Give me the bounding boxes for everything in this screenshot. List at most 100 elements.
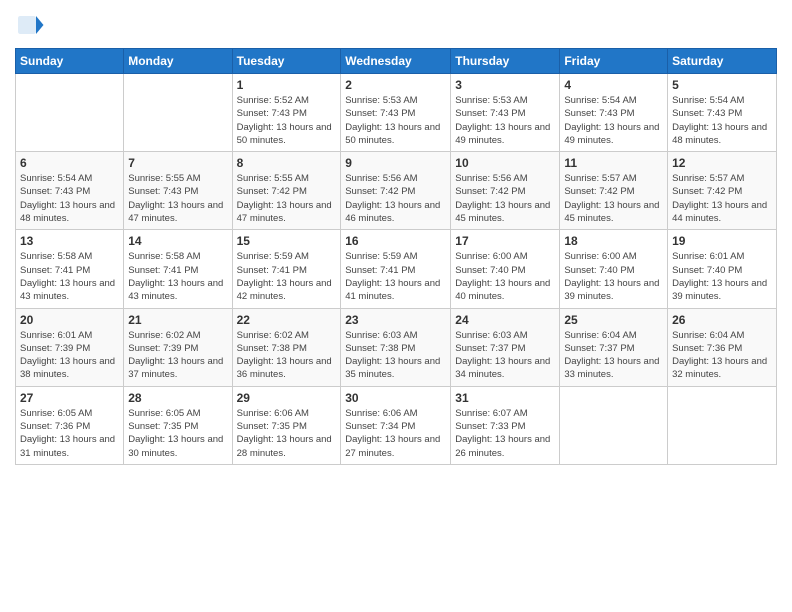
day-number: 18 (564, 234, 663, 248)
day-info: Sunrise: 5:59 AM Sunset: 7:41 PM Dayligh… (237, 250, 337, 303)
calendar-cell: 26 Sunrise: 6:04 AM Sunset: 7:36 PM Dayli… (668, 308, 777, 386)
calendar-cell: 15 Sunrise: 5:59 AM Sunset: 7:41 PM Dayli… (232, 230, 341, 308)
calendar-cell: 13 Sunrise: 5:58 AM Sunset: 7:41 PM Dayli… (16, 230, 124, 308)
logo (15, 10, 47, 40)
header (15, 10, 777, 40)
day-info: Sunrise: 6:00 AM Sunset: 7:40 PM Dayligh… (455, 250, 555, 303)
page: SundayMondayTuesdayWednesdayThursdayFrid… (0, 0, 792, 612)
day-info: Sunrise: 5:58 AM Sunset: 7:41 PM Dayligh… (20, 250, 119, 303)
day-info: Sunrise: 5:53 AM Sunset: 7:43 PM Dayligh… (455, 94, 555, 147)
calendar-cell: 12 Sunrise: 5:57 AM Sunset: 7:42 PM Dayli… (668, 152, 777, 230)
day-number: 12 (672, 156, 772, 170)
calendar-cell: 21Sunrise: 6:02 AM Sunset: 7:39 PM Dayli… (124, 308, 232, 386)
day-info: Sunrise: 5:52 AM Sunset: 7:43 PM Dayligh… (237, 94, 337, 147)
day-info: Sunrise: 5:54 AM Sunset: 7:43 PM Dayligh… (20, 172, 119, 225)
calendar-table: SundayMondayTuesdayWednesdayThursdayFrid… (15, 48, 777, 465)
weekday-header-saturday: Saturday (668, 49, 777, 74)
day-info: Sunrise: 5:58 AM Sunset: 7:41 PM Dayligh… (128, 250, 227, 303)
day-number: 24 (455, 313, 555, 327)
day-info: Sunrise: 5:57 AM Sunset: 7:42 PM Dayligh… (564, 172, 663, 225)
weekday-header-tuesday: Tuesday (232, 49, 341, 74)
day-number: 22 (237, 313, 337, 327)
calendar-week-4: 20 Sunrise: 6:01 AM Sunset: 7:39 PM Dayli… (16, 308, 777, 386)
calendar-week-5: 27 Sunrise: 6:05 AM Sunset: 7:36 PM Dayli… (16, 386, 777, 464)
day-number: 20 (20, 313, 119, 327)
day-number: 1 (237, 78, 337, 92)
calendar-cell (124, 74, 232, 152)
day-info: Sunrise: 6:01 AM Sunset: 7:39 PM Dayligh… (20, 329, 119, 382)
weekday-header-wednesday: Wednesday (341, 49, 451, 74)
calendar-cell: 25 Sunrise: 6:04 AM Sunset: 7:37 PM Dayli… (560, 308, 668, 386)
day-info: Sunrise: 6:04 AM Sunset: 7:36 PM Dayligh… (672, 329, 772, 382)
day-number: 2 (345, 78, 446, 92)
day-info: Sunrise: 6:06 AM Sunset: 7:35 PM Dayligh… (237, 407, 337, 460)
calendar-cell: 19Sunrise: 6:01 AM Sunset: 7:40 PM Dayli… (668, 230, 777, 308)
day-info: Sunrise: 5:55 AM Sunset: 7:42 PM Dayligh… (237, 172, 337, 225)
calendar-cell: 10 Sunrise: 5:56 AM Sunset: 7:42 PM Dayli… (451, 152, 560, 230)
day-info: Sunrise: 6:07 AM Sunset: 7:33 PM Dayligh… (455, 407, 555, 460)
day-info: Sunrise: 5:53 AM Sunset: 7:43 PM Dayligh… (345, 94, 446, 147)
day-info: Sunrise: 5:54 AM Sunset: 7:43 PM Dayligh… (672, 94, 772, 147)
calendar-week-3: 13 Sunrise: 5:58 AM Sunset: 7:41 PM Dayli… (16, 230, 777, 308)
calendar-cell: 9Sunrise: 5:56 AM Sunset: 7:42 PM Daylig… (341, 152, 451, 230)
calendar-cell: 6 Sunrise: 5:54 AM Sunset: 7:43 PM Daylig… (16, 152, 124, 230)
day-number: 23 (345, 313, 446, 327)
calendar-cell: 2 Sunrise: 5:53 AM Sunset: 7:43 PM Daylig… (341, 74, 451, 152)
day-number: 5 (672, 78, 772, 92)
day-info: Sunrise: 6:02 AM Sunset: 7:39 PM Dayligh… (128, 329, 227, 382)
day-info: Sunrise: 5:59 AM Sunset: 7:41 PM Dayligh… (345, 250, 446, 303)
day-info: Sunrise: 6:05 AM Sunset: 7:35 PM Dayligh… (128, 407, 227, 460)
calendar-cell: 30Sunrise: 6:06 AM Sunset: 7:34 PM Dayli… (341, 386, 451, 464)
day-number: 6 (20, 156, 119, 170)
calendar-body: 1 Sunrise: 5:52 AM Sunset: 7:43 PM Daylig… (16, 74, 777, 465)
calendar-cell: 3 Sunrise: 5:53 AM Sunset: 7:43 PM Daylig… (451, 74, 560, 152)
calendar-cell: 18 Sunrise: 6:00 AM Sunset: 7:40 PM Dayli… (560, 230, 668, 308)
calendar-cell: 17 Sunrise: 6:00 AM Sunset: 7:40 PM Dayli… (451, 230, 560, 308)
day-number: 17 (455, 234, 555, 248)
logo-icon (15, 10, 45, 40)
calendar-header: SundayMondayTuesdayWednesdayThursdayFrid… (16, 49, 777, 74)
calendar-cell (668, 386, 777, 464)
day-number: 13 (20, 234, 119, 248)
day-info: Sunrise: 6:00 AM Sunset: 7:40 PM Dayligh… (564, 250, 663, 303)
day-number: 9 (345, 156, 446, 170)
calendar-cell: 28 Sunrise: 6:05 AM Sunset: 7:35 PM Dayli… (124, 386, 232, 464)
day-number: 10 (455, 156, 555, 170)
calendar-cell: 24Sunrise: 6:03 AM Sunset: 7:37 PM Dayli… (451, 308, 560, 386)
calendar-cell: 29Sunrise: 6:06 AM Sunset: 7:35 PM Dayli… (232, 386, 341, 464)
calendar-cell: 11 Sunrise: 5:57 AM Sunset: 7:42 PM Dayli… (560, 152, 668, 230)
day-number: 7 (128, 156, 227, 170)
day-info: Sunrise: 5:54 AM Sunset: 7:43 PM Dayligh… (564, 94, 663, 147)
day-info: Sunrise: 5:57 AM Sunset: 7:42 PM Dayligh… (672, 172, 772, 225)
day-number: 16 (345, 234, 446, 248)
day-number: 26 (672, 313, 772, 327)
day-info: Sunrise: 5:55 AM Sunset: 7:43 PM Dayligh… (128, 172, 227, 225)
calendar-week-1: 1 Sunrise: 5:52 AM Sunset: 7:43 PM Daylig… (16, 74, 777, 152)
calendar-cell: 27 Sunrise: 6:05 AM Sunset: 7:36 PM Dayli… (16, 386, 124, 464)
day-number: 25 (564, 313, 663, 327)
day-info: Sunrise: 5:56 AM Sunset: 7:42 PM Dayligh… (455, 172, 555, 225)
day-info: Sunrise: 6:04 AM Sunset: 7:37 PM Dayligh… (564, 329, 663, 382)
day-info: Sunrise: 6:05 AM Sunset: 7:36 PM Dayligh… (20, 407, 119, 460)
calendar-cell: 14Sunrise: 5:58 AM Sunset: 7:41 PM Dayli… (124, 230, 232, 308)
calendar-week-2: 6 Sunrise: 5:54 AM Sunset: 7:43 PM Daylig… (16, 152, 777, 230)
day-number: 28 (128, 391, 227, 405)
calendar-cell: 8Sunrise: 5:55 AM Sunset: 7:42 PM Daylig… (232, 152, 341, 230)
calendar-cell: 31Sunrise: 6:07 AM Sunset: 7:33 PM Dayli… (451, 386, 560, 464)
day-number: 3 (455, 78, 555, 92)
calendar-cell: 16 Sunrise: 5:59 AM Sunset: 7:41 PM Dayli… (341, 230, 451, 308)
day-number: 4 (564, 78, 663, 92)
day-number: 27 (20, 391, 119, 405)
day-number: 19 (672, 234, 772, 248)
weekday-header-friday: Friday (560, 49, 668, 74)
calendar-cell: 20 Sunrise: 6:01 AM Sunset: 7:39 PM Dayli… (16, 308, 124, 386)
day-info: Sunrise: 6:02 AM Sunset: 7:38 PM Dayligh… (237, 329, 337, 382)
calendar-cell: 7 Sunrise: 5:55 AM Sunset: 7:43 PM Daylig… (124, 152, 232, 230)
day-number: 11 (564, 156, 663, 170)
calendar-cell: 1 Sunrise: 5:52 AM Sunset: 7:43 PM Daylig… (232, 74, 341, 152)
calendar-cell (560, 386, 668, 464)
calendar-cell (16, 74, 124, 152)
day-info: Sunrise: 6:03 AM Sunset: 7:38 PM Dayligh… (345, 329, 446, 382)
day-number: 15 (237, 234, 337, 248)
day-info: Sunrise: 6:06 AM Sunset: 7:34 PM Dayligh… (345, 407, 446, 460)
